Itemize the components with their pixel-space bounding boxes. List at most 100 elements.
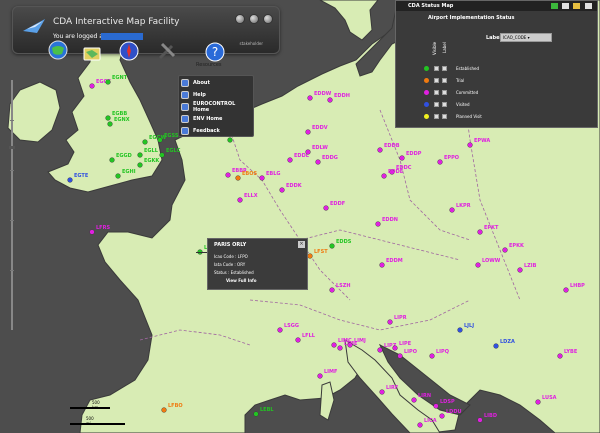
airport-marker-epwa[interactable] — [467, 142, 473, 148]
airport-marker-eddw[interactable] — [307, 95, 313, 101]
zoom-slider[interactable] — [9, 80, 15, 330]
airport-marker-eddb[interactable] — [377, 147, 383, 153]
close-icon[interactable] — [585, 3, 592, 9]
zoom-thumb[interactable] — [9, 146, 15, 149]
airport-marker-libd[interactable] — [477, 417, 483, 423]
airport-marker-lybe[interactable] — [557, 353, 563, 359]
airport-marker-eppo[interactable] — [437, 159, 443, 165]
view-full-info-link[interactable]: View Full Info — [226, 278, 301, 283]
globe-icon[interactable] — [48, 40, 68, 60]
label-checkbox[interactable] — [442, 66, 447, 71]
airport-marker-eddh[interactable] — [327, 97, 333, 103]
airport-marker-egss[interactable] — [157, 137, 163, 143]
visible-checkbox[interactable] — [434, 78, 439, 83]
airport-marker-eddv[interactable] — [305, 129, 311, 135]
airport-marker-lfrs[interactable] — [89, 229, 95, 235]
airport-marker-egnx[interactable] — [107, 121, 113, 127]
airport-marker-lirn[interactable] — [411, 397, 417, 403]
airport-marker-lsgg[interactable] — [277, 327, 283, 333]
menu-item-help[interactable]: Help — [181, 89, 253, 100]
window-minimize-button[interactable] — [235, 14, 245, 24]
airport-marker-egll[interactable] — [137, 152, 143, 158]
airport-marker-eddn[interactable] — [375, 221, 381, 227]
airport-marker-lfll[interactable] — [295, 337, 301, 343]
visible-checkbox[interactable] — [434, 114, 439, 119]
export-icon[interactable] — [573, 3, 580, 9]
airport-marker-lirf[interactable] — [379, 389, 385, 395]
airport-marker-lime[interactable] — [337, 345, 343, 351]
airport-marker-ljlj[interactable] — [457, 327, 463, 333]
menu-item-eurocontrol[interactable]: EUROCONTROL Home — [181, 101, 253, 113]
airport-marker-limf[interactable] — [317, 373, 323, 379]
airport-marker-ldsp[interactable] — [433, 403, 439, 409]
zoom-track[interactable] — [11, 80, 13, 330]
airport-marker-ldza[interactable] — [493, 343, 499, 349]
menu-item-about[interactable]: About — [181, 77, 253, 88]
airport-marker-lddu[interactable] — [439, 413, 445, 419]
grid-icon[interactable] — [551, 3, 558, 9]
airport-marker-lfst[interactable] — [307, 253, 313, 259]
window-close-button[interactable] — [263, 14, 273, 24]
airport-marker-lipr[interactable] — [387, 319, 393, 325]
airport-marker-eddp[interactable] — [399, 155, 405, 161]
airport-marker-lszh[interactable] — [329, 287, 335, 293]
label-checkbox[interactable] — [442, 102, 447, 107]
airport-marker-egkk[interactable] — [137, 162, 143, 168]
visible-checkbox[interactable] — [434, 102, 439, 107]
airport-marker-edde[interactable] — [381, 173, 387, 179]
airport-marker-loww[interactable] — [475, 262, 481, 268]
label-checkbox[interactable] — [442, 90, 447, 95]
airport-marker-ellx[interactable] — [237, 197, 243, 203]
airport-marker-eggw[interactable] — [142, 139, 148, 145]
airport-marker-lipq[interactable] — [429, 353, 435, 359]
airport-marker-egcc[interactable] — [89, 83, 95, 89]
airport-marker-limc[interactable] — [331, 342, 337, 348]
airport-label-eggd: EGGD — [116, 153, 132, 159]
window-restore-button[interactable] — [249, 14, 259, 24]
airport-marker-eddf[interactable] — [323, 205, 329, 211]
label-checkbox[interactable] — [442, 78, 447, 83]
map-layers-icon[interactable] — [82, 44, 102, 64]
tools-icon[interactable] — [157, 41, 177, 61]
airport-marker-eghi[interactable] — [115, 173, 121, 179]
airport-marker-epkt[interactable] — [477, 229, 483, 235]
resources-label[interactable]: Resources — [196, 62, 222, 68]
airport-marker-ebbr[interactable] — [225, 172, 231, 178]
airport-marker-lhbp[interactable] — [563, 287, 569, 293]
airport-marker-eddg[interactable] — [315, 159, 321, 165]
menu-item-env[interactable]: ENV Home — [181, 113, 253, 124]
airport-marker-egnt[interactable] — [105, 79, 111, 85]
airport-marker-lkpr[interactable] — [449, 207, 455, 213]
visible-checkbox[interactable] — [434, 66, 439, 71]
airport-marker-edlw[interactable] — [305, 149, 311, 155]
airport-marker-eddm[interactable] — [379, 262, 385, 268]
visible-checkbox[interactable] — [434, 90, 439, 95]
help-icon[interactable]: ? — [205, 42, 225, 62]
airport-marker-lfbo[interactable] — [161, 407, 167, 413]
close-icon[interactable]: × — [298, 241, 305, 248]
airport-marker-eglc[interactable] — [159, 152, 165, 158]
airport-marker-eggd[interactable] — [109, 157, 115, 163]
airport-marker-ehrd[interactable] — [227, 137, 233, 143]
airport-marker-egbb[interactable] — [105, 115, 111, 121]
menu-item-feedback[interactable]: Feedback — [181, 125, 253, 136]
airport-marker-ebos[interactable] — [235, 175, 241, 181]
minimize-icon[interactable] — [562, 3, 569, 9]
airport-marker-egte[interactable] — [67, 177, 73, 183]
airport-marker-lusa[interactable] — [535, 399, 541, 405]
airport-marker-epkk[interactable] — [502, 247, 508, 253]
airport-marker-eddk[interactable] — [279, 187, 285, 193]
airport-marker-lipz[interactable] — [377, 347, 383, 353]
airport-marker-lica[interactable] — [417, 422, 423, 428]
airport-marker-lebl[interactable] — [253, 411, 259, 417]
label-select[interactable]: ICAO_CODE ▾ — [500, 33, 552, 42]
label-checkbox[interactable] — [442, 114, 447, 119]
airport-marker-limj[interactable] — [347, 342, 353, 348]
airport-marker-lipe[interactable] — [392, 345, 398, 351]
airport-marker-eddl[interactable] — [287, 157, 293, 163]
airport-marker-edds[interactable] — [329, 243, 335, 249]
compass-icon[interactable] — [119, 41, 139, 61]
airport-marker-eblg[interactable] — [259, 175, 265, 181]
airport-marker-lipo[interactable] — [397, 353, 403, 359]
airport-marker-lzib[interactable] — [517, 267, 523, 273]
